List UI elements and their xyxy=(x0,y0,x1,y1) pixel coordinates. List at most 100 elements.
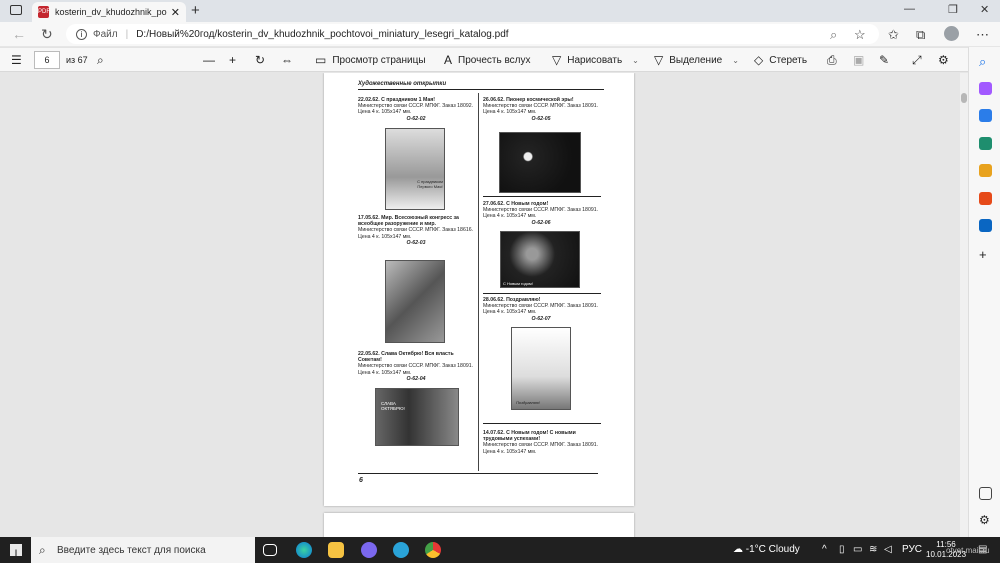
office-icon[interactable] xyxy=(979,192,992,205)
highlight-icon: ▽ xyxy=(654,53,664,67)
print-icon[interactable]: ⎙ xyxy=(827,53,843,68)
catalog-entry: 27.06.62. С Новым годом! Министерство св… xyxy=(483,201,599,226)
read-aloud-button[interactable]: A Прочесть вслух xyxy=(444,53,530,67)
telegram-icon[interactable] xyxy=(393,542,409,558)
task-view-icon[interactable] xyxy=(263,544,277,556)
favorites-icon[interactable]: ✩ xyxy=(888,27,899,43)
entry-rule xyxy=(483,293,601,294)
refresh-icon[interactable]: ↻ xyxy=(41,26,53,43)
weather-text: -1°C Cloudy xyxy=(745,544,800,555)
postcard-image: С праздником Первого Мая! xyxy=(385,128,445,210)
favorite-add-icon[interactable]: ☆ xyxy=(854,27,866,43)
tab-title: kosterin_dv_khudozhnik_pochtov xyxy=(55,7,167,17)
taskbar-search-placeholder: Введите здесь текст для поиска xyxy=(57,544,206,556)
url-text: D:/Новый%20год/kosterin_dv_khudozhnik_po… xyxy=(136,28,509,40)
chrome-icon[interactable] xyxy=(425,542,441,558)
zoom-icon[interactable]: ⌕ xyxy=(830,27,837,43)
bottom-rule xyxy=(358,473,598,474)
battery-icon[interactable]: ▭ xyxy=(853,544,862,555)
games-icon[interactable] xyxy=(979,164,992,177)
outlook-icon[interactable] xyxy=(979,219,992,232)
read-aloud-label: Прочесть вслух xyxy=(458,54,531,66)
tab-actions-icon[interactable] xyxy=(10,5,22,15)
pdf-icon: PDF xyxy=(38,6,50,18)
erase-label: Стереть xyxy=(769,54,808,66)
url-separator: | xyxy=(125,28,129,40)
catalog-entry: 14.07.62. С Новым годом! С новыми трудов… xyxy=(483,430,599,455)
catalog-entry: 17.05.62. Мир. Всесоюзный конгресс за вс… xyxy=(358,215,474,246)
info-icon[interactable]: i xyxy=(76,28,87,40)
language-indicator[interactable]: РУС xyxy=(902,544,922,555)
page-number-input[interactable]: 6 xyxy=(34,51,60,69)
sidebar-settings-icon[interactable]: ⚙ xyxy=(979,513,992,527)
restore-icon[interactable]: ❐ xyxy=(948,3,958,16)
hide-sidebar-icon[interactable] xyxy=(979,487,992,500)
draw-icon: ▽ xyxy=(552,53,562,67)
weather-widget[interactable]: ☁ -1°C Cloudy xyxy=(733,544,800,555)
collections-icon[interactable]: ⧉ xyxy=(916,27,925,43)
cloud-icon: ☁ xyxy=(733,544,746,555)
more-icon[interactable]: ⋯ xyxy=(976,27,989,43)
zoom-in-icon[interactable]: + xyxy=(229,53,242,67)
fullscreen-icon[interactable]: ⤢ xyxy=(912,53,928,68)
scrollbar-thumb[interactable] xyxy=(961,93,967,103)
fit-page-icon[interactable]: ⇔ xyxy=(281,53,299,67)
search-icon: ⌕ xyxy=(39,542,46,557)
address-bar-row: ← ↻ i Файл | D:/Новый%20год/kosterin_dv_… xyxy=(0,22,1000,46)
volume-icon[interactable]: ◁ xyxy=(884,544,892,555)
zoom-out-icon[interactable]: — xyxy=(203,53,221,67)
search-sidebar-icon[interactable]: ⌕ xyxy=(979,54,992,69)
postcard-image: СЛАВА ОКТЯБРЮ! xyxy=(375,388,459,446)
eraser-icon: ◇ xyxy=(754,53,764,67)
postcard-image xyxy=(385,260,445,343)
search-icon[interactable]: ⌕ xyxy=(97,53,110,68)
taskbar: ⌕ Введите здесь текст для поиска ☁ -1°C … xyxy=(0,537,1000,563)
file-explorer-icon[interactable] xyxy=(328,542,344,558)
save-as-icon[interactable]: ✎ xyxy=(879,53,895,67)
watermark: otvet.mail.ru xyxy=(946,546,990,555)
shopping-icon[interactable] xyxy=(979,109,992,122)
save-icon[interactable]: ▣ xyxy=(853,53,870,67)
edge-sidebar: ⌕ + ⚙ xyxy=(968,47,1000,537)
pdf-page-next xyxy=(324,513,634,537)
back-icon[interactable]: ← xyxy=(12,26,26,42)
close-tab-icon[interactable]: ✕ xyxy=(171,6,180,19)
chevron-down-icon[interactable]: ⌄ xyxy=(732,56,739,65)
copilot-icon[interactable] xyxy=(979,82,992,95)
page-number: 6 xyxy=(359,477,363,484)
contents-icon[interactable]: ☰ xyxy=(11,53,28,67)
close-window-icon[interactable]: ✕ xyxy=(980,3,989,16)
profile-avatar[interactable] xyxy=(944,26,959,41)
edge-icon[interactable] xyxy=(296,542,312,558)
catalog-entry: 28.06.62. Поздравляю! Министерство связи… xyxy=(483,297,599,322)
section-title: Художественные открытки xyxy=(358,81,447,87)
draw-label: Нарисовать xyxy=(567,54,623,66)
entry-rule xyxy=(483,423,601,424)
catalog-entry: 26.06.62. Пионер космической эры! Минист… xyxy=(483,97,599,122)
settings-icon[interactable]: ⚙ xyxy=(938,53,955,67)
viber-icon[interactable] xyxy=(361,542,377,558)
chevron-down-icon[interactable]: ⌄ xyxy=(632,56,639,65)
top-rule xyxy=(358,89,604,90)
tab-pdf[interactable]: PDF kosterin_dv_khudozhnik_pochtov ✕ xyxy=(32,2,186,22)
vertical-scrollbar[interactable] xyxy=(960,73,968,537)
pdf-viewer[interactable]: Художественные открытки 22.02.62. С праз… xyxy=(0,73,960,537)
entry-rule xyxy=(483,196,601,197)
tools-icon[interactable] xyxy=(979,137,992,150)
column-rule xyxy=(478,93,479,471)
rotate-icon[interactable]: ↻ xyxy=(255,53,271,67)
meet-icon[interactable]: ▯ xyxy=(839,544,845,555)
wifi-icon[interactable]: ≋ xyxy=(869,544,877,555)
highlight-button[interactable]: ▽ Выделение ⌄ xyxy=(654,53,739,67)
draw-button[interactable]: ▽ Нарисовать ⌄ xyxy=(552,53,639,67)
page-view-icon: ▭ xyxy=(315,53,327,67)
erase-button[interactable]: ◇ Стереть xyxy=(754,53,807,67)
start-icon[interactable] xyxy=(10,544,22,556)
minimize-icon[interactable]: — xyxy=(904,3,915,15)
taskbar-search[interactable]: ⌕ Введите здесь текст для поиска xyxy=(31,537,255,563)
new-tab-icon[interactable]: + xyxy=(191,2,200,19)
tray-chevron-icon[interactable]: ^ xyxy=(822,544,827,555)
add-icon[interactable]: + xyxy=(979,247,992,262)
address-bar[interactable]: i Файл | D:/Новый%20год/kosterin_dv_khud… xyxy=(66,24,879,44)
page-view-button[interactable]: ▭ Просмотр страницы xyxy=(315,53,426,67)
